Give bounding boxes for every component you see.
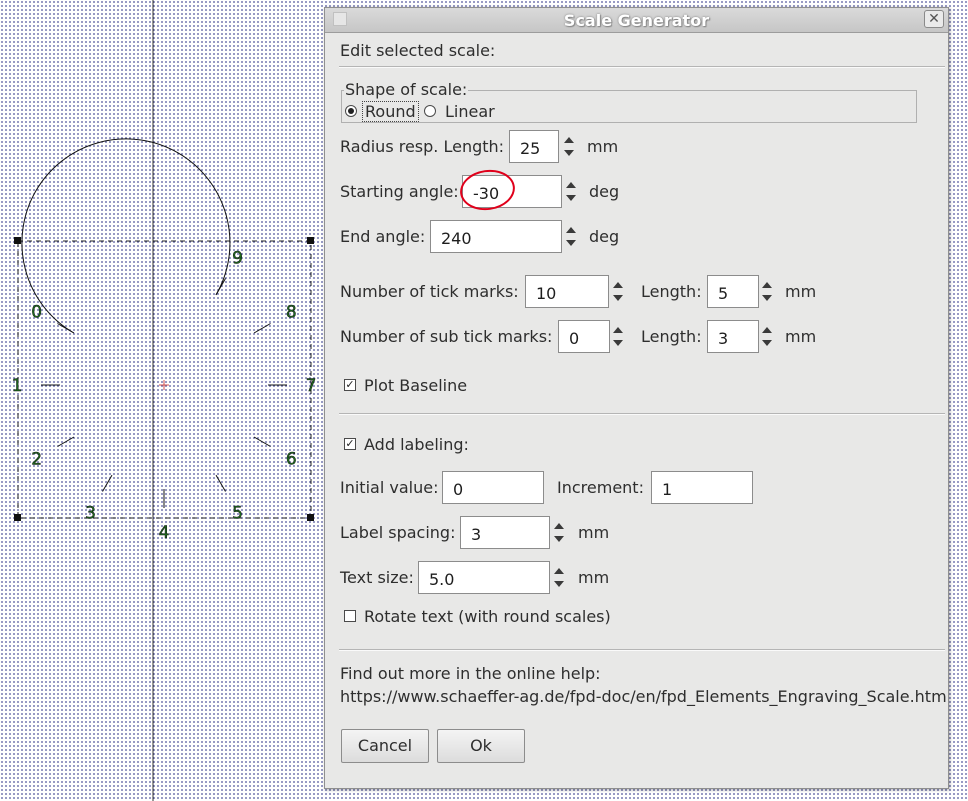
scale-baseline-arc (21, 138, 231, 334)
sub-tick-marks-input[interactable]: 0 (558, 320, 610, 353)
edit-heading: Edit selected scale: (340, 41, 496, 60)
separator (339, 413, 945, 415)
help-text: Find out more in the online help: (340, 664, 601, 683)
scale-tick-label: 5 (232, 503, 243, 523)
start-angle-spinner[interactable] (562, 175, 582, 208)
title-bar[interactable]: Scale Generator ✕ (325, 8, 948, 33)
text-size-unit: mm (578, 568, 610, 587)
start-angle-label: Starting angle: (340, 182, 459, 201)
end-angle-unit: deg (589, 227, 620, 246)
scale-tick-mark (102, 474, 113, 492)
scale-preview: 0 1 2 3 4 5 6 7 8 9 (11, 0, 317, 801)
rotate-text-label[interactable]: Rotate text (with round scales) (364, 607, 611, 626)
help-url-link[interactable]: https://www.schaeffer-ag.de/fpd-doc/en/f… (340, 687, 947, 706)
separator (339, 66, 945, 68)
increment-label: Increment: (557, 478, 644, 497)
linear-radio-label[interactable]: Linear (445, 102, 495, 121)
tick-length-spinner[interactable] (758, 275, 778, 308)
scale-tick-mark (57, 323, 75, 334)
selection-box (17, 240, 312, 519)
sub-tick-length-unit: mm (785, 327, 817, 346)
text-size-label: Text size: (340, 568, 414, 587)
round-radio[interactable] (345, 105, 357, 117)
separator (339, 649, 945, 651)
initial-value-input[interactable]: 0 (442, 471, 544, 504)
scale-tick-label: 9 (232, 249, 243, 269)
sub-tick-marks-label: Number of sub tick marks: (340, 327, 553, 346)
scale-tick-mark (253, 436, 271, 447)
text-size-spinner[interactable] (550, 561, 570, 594)
sub-tick-marks-spinner[interactable] (609, 320, 629, 353)
scale-tick-mark (57, 436, 75, 447)
plot-baseline-label[interactable]: Plot Baseline (364, 376, 467, 395)
tick-length-unit: mm (785, 282, 817, 301)
tick-length-input[interactable]: 5 (707, 275, 759, 308)
selection-handle-br (307, 514, 314, 521)
scale-tick-label: 1 (12, 376, 23, 396)
end-angle-label: End angle: (340, 227, 426, 246)
scale-tick-label: 7 (306, 376, 317, 396)
scale-tick-mark (253, 323, 271, 334)
tick-marks-spinner[interactable] (609, 275, 629, 308)
tick-marks-label: Number of tick marks: (340, 282, 519, 301)
shape-group-label: Shape of scale: (344, 80, 469, 99)
sub-tick-length-input[interactable]: 3 (707, 320, 759, 353)
radius-unit: mm (587, 137, 619, 156)
label-spacing-unit: mm (578, 523, 610, 542)
ok-button[interactable]: Ok (437, 729, 525, 763)
label-spacing-spinner[interactable] (550, 516, 570, 549)
cancel-button[interactable]: Cancel (341, 729, 429, 763)
radius-label: Radius resp. Length: (340, 137, 505, 156)
label-spacing-input[interactable]: 3 (460, 516, 550, 549)
plot-baseline-checkbox[interactable]: ✓ (344, 379, 356, 391)
increment-input[interactable]: 1 (651, 471, 753, 504)
scale-tick-mark (215, 278, 226, 296)
scale-tick-label: 6 (286, 450, 297, 470)
start-angle-unit: deg (589, 182, 620, 201)
selection-handle-tr (307, 237, 314, 244)
scale-tick-label: 8 (286, 303, 297, 323)
round-radio-label[interactable]: Round (362, 101, 419, 122)
tick-marks-input[interactable]: 10 (525, 275, 609, 308)
scale-tick-label: 2 (31, 450, 42, 470)
scale-tick-label: 4 (159, 523, 170, 543)
scale-tick-mark (215, 474, 226, 492)
add-labeling-checkbox[interactable]: ✓ (344, 438, 356, 450)
sub-tick-length-label: Length: (641, 327, 702, 346)
radius-input[interactable]: 25 (509, 130, 559, 163)
linear-radio[interactable] (424, 105, 436, 117)
selection-handle-tl (14, 237, 21, 244)
end-angle-input[interactable]: 240 (430, 220, 562, 253)
initial-value-label: Initial value: (340, 478, 439, 497)
radius-spinner[interactable] (560, 130, 580, 163)
sub-tick-length-spinner[interactable] (758, 320, 778, 353)
dialog-title: Scale Generator (563, 11, 710, 30)
text-size-input[interactable]: 5.0 (418, 561, 550, 594)
close-button[interactable]: ✕ (924, 10, 944, 28)
label-spacing-label: Label spacing: (340, 523, 456, 542)
drawing-canvas[interactable]: 0 1 2 3 4 5 6 7 8 9 (0, 0, 330, 801)
add-labeling-label[interactable]: Add labeling: (364, 435, 469, 454)
scale-generator-dialog: Scale Generator ✕ Edit selected scale: S… (324, 7, 949, 789)
rotate-text-checkbox[interactable] (344, 610, 356, 622)
tick-length-label: Length: (641, 282, 702, 301)
scale-tick-label: 3 (85, 503, 96, 523)
scale-tick-label: 0 (31, 303, 42, 323)
selection-handle-bl (14, 514, 21, 521)
end-angle-spinner[interactable] (562, 220, 582, 253)
